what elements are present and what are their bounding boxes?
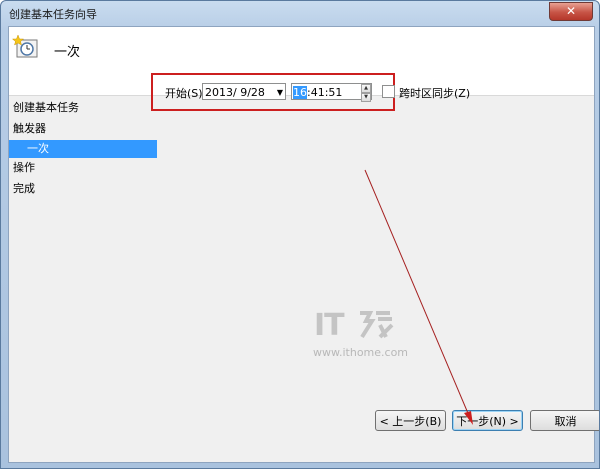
start-label: 开始(S): <box>165 87 207 100</box>
time-rest: :41:51 <box>307 86 343 99</box>
ithome-watermark-url: www.ithome.com <box>313 346 409 359</box>
step-finish[interactable]: 完成 <box>13 180 35 198</box>
ithome-watermark-logo: IT <box>314 308 345 343</box>
cancel-button[interactable]: 取消 <box>530 410 599 431</box>
chevron-down-icon[interactable]: ▼ <box>277 84 283 101</box>
spin-up-icon[interactable]: ▲ <box>361 84 371 93</box>
start-date-picker[interactable]: 2013/ 9/28 ▼ <box>202 83 286 100</box>
spin-down-icon[interactable]: ▼ <box>361 93 371 102</box>
time-hour-selected: 16 <box>293 86 307 99</box>
page-title: 一次 <box>54 45 81 60</box>
wizard-steps-sidebar: 创建基本任务 触发器 一次 操作 完成 <box>9 96 157 462</box>
close-icon: ✕ <box>565 4 577 18</box>
title-bar[interactable]: 创建基本任务向导 ✕ <box>1 1 599 25</box>
step-once[interactable]: 一次 <box>9 140 157 158</box>
task-clock-icon <box>12 34 38 58</box>
next-button[interactable]: 下一步(N) > <box>452 410 523 431</box>
step-trigger[interactable]: 触发器 <box>13 120 46 138</box>
wizard-window: 创建基本任务向导 ✕ 一次 创建基本任务 触发器 一次 操作 完成 开始(S):… <box>0 0 600 469</box>
step-action[interactable]: 操作 <box>13 159 35 177</box>
step-create-basic-task[interactable]: 创建基本任务 <box>13 99 79 117</box>
ithome-watermark-glyph <box>360 311 394 339</box>
time-spinner[interactable]: ▲ ▼ <box>361 84 371 102</box>
close-button[interactable]: ✕ <box>549 2 593 21</box>
start-date-value: 2013/ 9/28 <box>205 86 265 99</box>
sync-timezone-checkbox[interactable] <box>382 85 395 98</box>
window-title: 创建基本任务向导 <box>9 8 97 21</box>
sync-timezone-label[interactable]: 跨时区同步(Z) <box>399 85 470 101</box>
start-time-field[interactable]: 16:41:51 <box>291 83 372 100</box>
back-button[interactable]: < 上一步(B) <box>375 410 446 431</box>
